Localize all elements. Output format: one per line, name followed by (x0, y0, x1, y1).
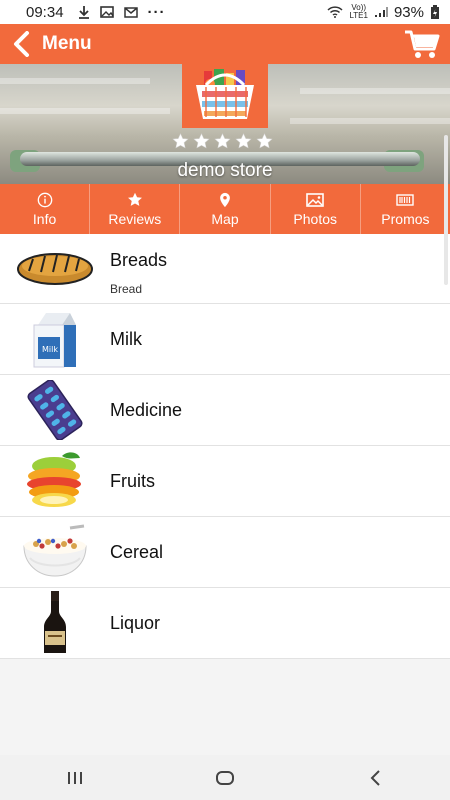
thumb: Milk (0, 304, 110, 374)
status-time: 09:34 (26, 3, 64, 21)
thumb (0, 588, 110, 658)
more-notifications-icon: ··· (147, 3, 166, 21)
category-list: Breads Bread Milk Milk Medicine Fruits C… (0, 234, 450, 659)
tab-promos[interactable]: Promos (361, 184, 450, 234)
back-button[interactable] (0, 24, 42, 64)
cart-button[interactable] (404, 29, 440, 59)
wine-bottle-icon (44, 591, 66, 653)
info-icon (37, 192, 52, 207)
tab-label: Photos (293, 210, 337, 227)
location-pin-icon (220, 192, 230, 207)
star-icon (214, 133, 231, 149)
milk-carton-icon: Milk (33, 313, 76, 368)
tab-info[interactable]: Info (0, 184, 91, 234)
thumb (0, 446, 110, 516)
page-title: Menu (42, 33, 92, 54)
cereal-bowl-icon (23, 524, 87, 577)
app-bar: Menu (0, 24, 450, 64)
lte-indicator: Vo)) LTE1 (349, 4, 368, 20)
status-bar: 09:34 ··· Vo)) LTE1 93% (0, 0, 450, 24)
list-item-fruits[interactable]: Fruits (0, 446, 450, 517)
tab-label: Reviews (108, 210, 162, 227)
tab-label: Map (211, 210, 239, 227)
bread-icon (17, 252, 93, 285)
barcode-icon (396, 193, 415, 206)
category-name: Cereal (110, 541, 164, 562)
category-name: Fruits (110, 470, 155, 491)
list-item-liquor[interactable]: Liquor (0, 588, 450, 659)
list-item-breads[interactable]: Breads Bread (0, 234, 450, 304)
star-icon (256, 133, 273, 149)
gallery-notification-icon (99, 6, 114, 18)
category-name: Breads (110, 250, 168, 270)
tab-label: Promos (381, 210, 430, 227)
shelf-stripe (300, 88, 450, 94)
thumb (0, 517, 110, 587)
store-tabs: Info Reviews Map Photos Promos (0, 184, 450, 234)
wifi-icon (327, 6, 343, 18)
recent-apps-button[interactable] (45, 763, 105, 793)
recent-apps-icon (68, 771, 82, 784)
scrollbar[interactable] (444, 135, 448, 285)
tab-reviews[interactable]: Reviews (90, 184, 181, 234)
star-icon (193, 133, 210, 149)
category-subtitle: Bread (110, 282, 143, 296)
list-item-cereal[interactable]: Cereal (0, 517, 450, 588)
back-nav-button[interactable] (345, 763, 405, 793)
pill-pack-icon (27, 380, 83, 440)
back-arrow-icon (370, 769, 380, 786)
thumb (0, 234, 110, 304)
shelf-stripe (0, 78, 150, 84)
store-name: demo store (177, 160, 273, 181)
signal-icon (374, 7, 388, 17)
thumb (0, 375, 110, 445)
fruit-slices-icon (27, 452, 81, 507)
shopping-cart-icon (405, 30, 440, 58)
list-item-milk[interactable]: Milk Milk (0, 304, 450, 375)
star-icon (235, 133, 252, 149)
shelf-stripe (0, 108, 170, 114)
star-icon (127, 192, 142, 206)
lte-bottom-label: LTE1 (349, 11, 368, 20)
shopping-basket-icon (196, 69, 254, 119)
tab-photos[interactable]: Photos (271, 184, 361, 234)
category-name: Milk (110, 328, 142, 349)
list-item-medicine[interactable]: Medicine (0, 375, 450, 446)
chevron-left-icon (14, 31, 29, 57)
mail-notification-icon (123, 7, 138, 18)
store-banner: demo store (0, 64, 450, 184)
svg-text:Milk: Milk (42, 345, 58, 354)
photos-icon (306, 192, 325, 207)
store-rating (172, 133, 273, 150)
download-notification-icon (78, 6, 89, 19)
home-button[interactable] (195, 763, 255, 793)
store-logo (182, 64, 268, 128)
home-icon (216, 770, 234, 785)
battery-percent: 93% (393, 3, 424, 21)
system-nav-bar (0, 755, 450, 800)
category-name: Liquor (110, 612, 161, 633)
tab-map[interactable]: Map (180, 184, 271, 234)
category-name: Medicine (110, 399, 183, 420)
shelf-stripe (290, 118, 450, 124)
star-icon (172, 133, 189, 149)
battery-icon (431, 4, 439, 19)
tab-label: Info (32, 210, 57, 227)
